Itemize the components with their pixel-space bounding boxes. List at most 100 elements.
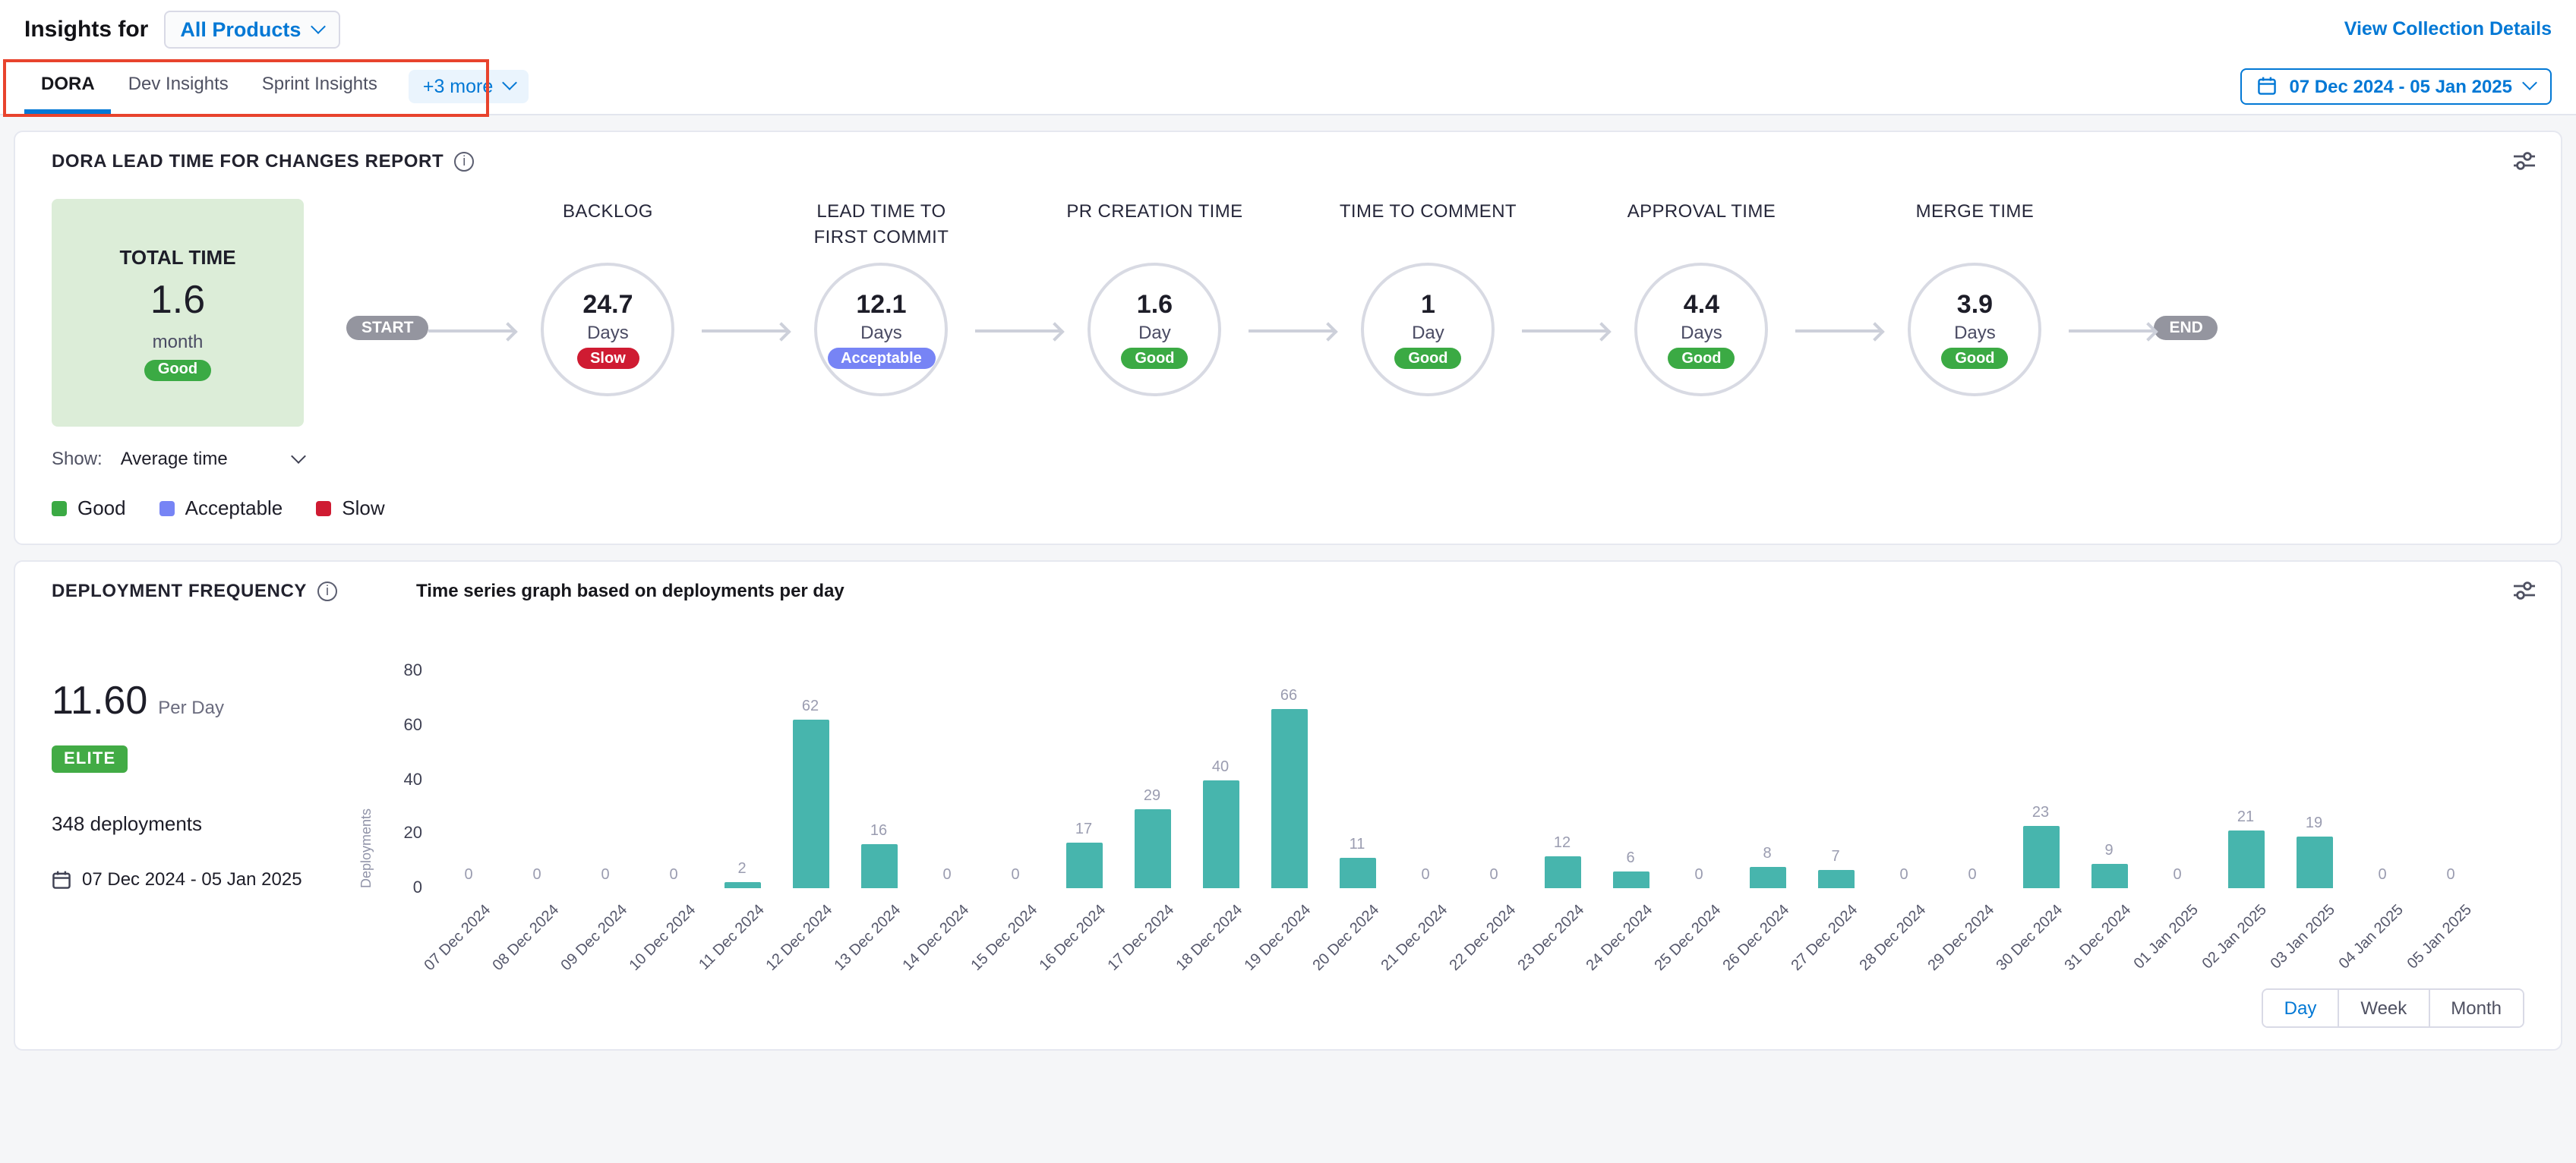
total-time-label: TOTAL TIME bbox=[119, 245, 235, 268]
flow-arrow-icon bbox=[428, 329, 513, 333]
flow-arrow-icon bbox=[702, 329, 787, 333]
stage-circle[interactable]: 3.9DaysGood bbox=[1908, 263, 2041, 396]
tab-dev-insights[interactable]: Dev Insights bbox=[112, 58, 245, 114]
legend: GoodAcceptableSlow bbox=[52, 496, 2561, 519]
calendar-icon bbox=[52, 869, 71, 889]
bar-slot: 826 Dec 2024 bbox=[1733, 671, 1801, 888]
info-icon[interactable] bbox=[454, 151, 474, 171]
deployment-bar[interactable] bbox=[1065, 842, 1102, 888]
lead-time-card: DORA LEAD TIME FOR CHANGES REPORT TOTAL … bbox=[14, 131, 2562, 545]
stage-label: MERGE TIME bbox=[1916, 199, 2035, 263]
bar-value-label: 6 bbox=[1626, 851, 1634, 868]
tab-dora[interactable]: DORA bbox=[24, 58, 112, 114]
view-toggle-month[interactable]: Month bbox=[2428, 990, 2523, 1026]
total-time-box: TOTAL TIME 1.6 month Good bbox=[52, 199, 304, 427]
x-axis-label: 27 Dec 2024 bbox=[1788, 902, 1861, 975]
bar-slot: 2330 Dec 2024 bbox=[2006, 671, 2075, 888]
chevron-down-icon bbox=[501, 75, 516, 90]
tab-sprint-insights[interactable]: Sprint Insights bbox=[245, 58, 394, 114]
info-icon[interactable] bbox=[317, 581, 337, 600]
bar-slot: 727 Dec 2024 bbox=[1801, 671, 1870, 888]
view-collection-details-link[interactable]: View Collection Details bbox=[2344, 18, 2552, 39]
bar-value-label: 9 bbox=[2104, 843, 2113, 859]
stage-circle[interactable]: 1.6DayGood bbox=[1088, 263, 1221, 396]
chevron-down-icon bbox=[2522, 75, 2537, 90]
date-range-picker[interactable]: 07 Dec 2024 - 05 Jan 2025 bbox=[2240, 68, 2552, 104]
deployment-bar[interactable] bbox=[1271, 709, 1307, 888]
y-tick-label: 40 bbox=[404, 771, 423, 789]
legend-label: Slow bbox=[342, 496, 384, 519]
deployment-bar[interactable] bbox=[2227, 831, 2264, 888]
stage-circle[interactable]: 24.7DaysSlow bbox=[541, 263, 674, 396]
bar-value-label: 0 bbox=[532, 867, 541, 884]
x-axis-label: 24 Dec 2024 bbox=[1583, 902, 1656, 975]
settings-sliders-icon[interactable] bbox=[2512, 580, 2537, 601]
flow-arrow-icon bbox=[1795, 329, 1880, 333]
toggle-row: DayWeekMonth bbox=[15, 988, 2561, 1049]
deployment-bar[interactable] bbox=[1339, 859, 1375, 888]
bar-slot: 931 Dec 2024 bbox=[2075, 671, 2143, 888]
bar-slot: 025 Dec 2024 bbox=[1665, 671, 1733, 888]
deployment-date-range-value: 07 Dec 2024 - 05 Jan 2025 bbox=[82, 868, 302, 890]
bar-slot: 2917 Dec 2024 bbox=[1118, 671, 1186, 888]
bar-value-label: 12 bbox=[1554, 834, 1571, 851]
deployment-bar[interactable] bbox=[2296, 837, 2332, 888]
deployment-body: 11.60 Per Day ELITE 348 deployments 07 D… bbox=[15, 610, 2561, 988]
settings-sliders-icon[interactable] bbox=[2512, 150, 2537, 172]
bar-value-label: 29 bbox=[1144, 788, 1160, 805]
bars-container: 007 Dec 2024008 Dec 2024009 Dec 2024010 … bbox=[434, 671, 2485, 888]
stage-value: 1.6 bbox=[1137, 290, 1173, 320]
x-axis-label: 26 Dec 2024 bbox=[1720, 902, 1793, 975]
deployment-bar[interactable] bbox=[724, 883, 760, 888]
bar-value-label: 0 bbox=[942, 867, 951, 884]
bar-value-label: 19 bbox=[2306, 815, 2322, 832]
legend-swatch bbox=[316, 500, 331, 515]
x-axis-label: 07 Dec 2024 bbox=[421, 902, 494, 975]
stage-circle[interactable]: 12.1DaysAcceptable bbox=[814, 263, 948, 396]
bar-slot: 6212 Dec 2024 bbox=[776, 671, 844, 888]
bar-slot: 2102 Jan 2025 bbox=[2211, 671, 2280, 888]
bar-value-label: 0 bbox=[1011, 867, 1019, 884]
deployment-bar[interactable] bbox=[1612, 872, 1649, 888]
bar-value-label: 0 bbox=[1694, 867, 1703, 884]
legend-swatch bbox=[159, 500, 175, 515]
stage-circle[interactable]: 4.4DaysGood bbox=[1634, 263, 1768, 396]
stage-unit: Day bbox=[1138, 322, 1171, 343]
chevron-down-icon bbox=[311, 18, 326, 33]
x-axis-label: 31 Dec 2024 bbox=[2062, 902, 2135, 975]
flow-arrow-icon bbox=[975, 329, 1060, 333]
bar-slot: 211 Dec 2024 bbox=[708, 671, 776, 888]
deployment-rate-value: 11.60 bbox=[52, 677, 147, 724]
deployment-bar[interactable] bbox=[1134, 809, 1170, 888]
bar-slot: 4018 Dec 2024 bbox=[1186, 671, 1255, 888]
bar-slot: 001 Jan 2025 bbox=[2143, 671, 2211, 888]
collection-selector[interactable]: All Products bbox=[163, 10, 340, 48]
deployment-bar[interactable] bbox=[1202, 780, 1239, 888]
view-toggle-week[interactable]: Week bbox=[2338, 990, 2428, 1026]
lead-time-card-header: DORA LEAD TIME FOR CHANGES REPORT bbox=[15, 132, 2561, 181]
deployment-bar[interactable] bbox=[792, 720, 829, 888]
x-axis-label: 09 Dec 2024 bbox=[558, 902, 631, 975]
bar-slot: 007 Dec 2024 bbox=[434, 671, 503, 888]
page-title: Insights for bbox=[24, 16, 148, 42]
stage-circle[interactable]: 1DayGood bbox=[1361, 263, 1495, 396]
deployment-bar[interactable] bbox=[860, 845, 897, 888]
deployment-bar[interactable] bbox=[2091, 864, 2127, 888]
more-tabs-button[interactable]: +3 more bbox=[409, 69, 528, 102]
view-toggle: DayWeekMonth bbox=[2262, 988, 2524, 1028]
x-axis-label: 08 Dec 2024 bbox=[490, 902, 563, 975]
view-toggle-day[interactable]: Day bbox=[2263, 990, 2338, 1026]
x-axis-label: 19 Dec 2024 bbox=[1242, 902, 1315, 975]
bar-slot: 009 Dec 2024 bbox=[571, 671, 639, 888]
legend-item-good: Good bbox=[52, 496, 126, 519]
deployment-bar[interactable] bbox=[1544, 856, 1580, 888]
deployment-bar[interactable] bbox=[1817, 869, 1854, 888]
plot-area: 007 Dec 2024008 Dec 2024009 Dec 2024010 … bbox=[434, 671, 2485, 888]
y-tick-label: 80 bbox=[404, 662, 423, 680]
bar-value-label: 8 bbox=[1763, 845, 1771, 862]
deployment-bar[interactable] bbox=[2022, 826, 2059, 888]
deployment-bar[interactable] bbox=[1749, 866, 1785, 888]
stage-label: PR CREATION TIME bbox=[1066, 199, 1242, 263]
show-metric-dropdown[interactable]: Average time bbox=[121, 448, 304, 469]
bar-slot: 028 Dec 2024 bbox=[1870, 671, 1938, 888]
